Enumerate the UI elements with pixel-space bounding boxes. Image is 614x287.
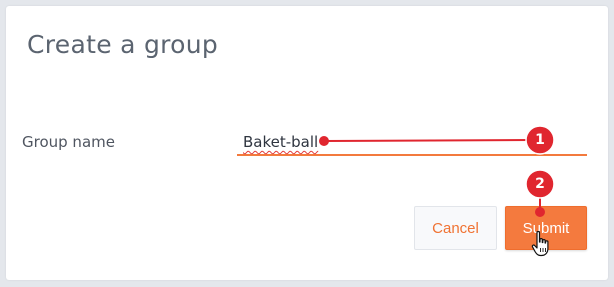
group-name-label: Group name — [22, 133, 115, 151]
cancel-button[interactable]: Cancel — [414, 206, 497, 250]
annotation-1-number: 1 — [535, 132, 545, 148]
dialog-title: Create a group — [27, 30, 219, 59]
group-name-value: Baket-ball — [243, 133, 319, 151]
annotation-2-number: 2 — [535, 176, 545, 192]
hand-pointer-icon — [531, 230, 549, 257]
